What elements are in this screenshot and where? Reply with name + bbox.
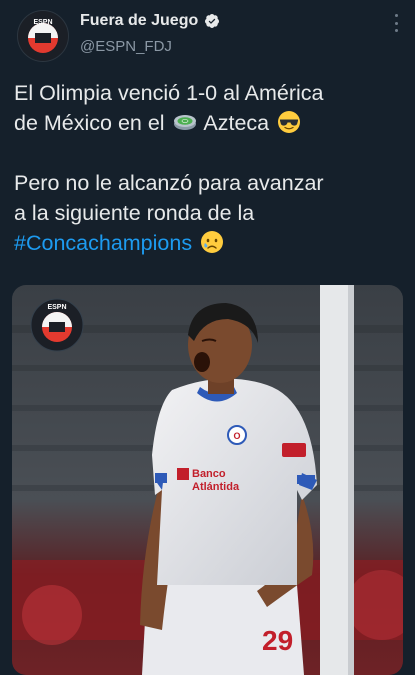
tweet-media-photo[interactable]: 29 O Banco Atlántida ESPN: [12, 285, 403, 675]
account-handle[interactable]: @ESPN_FDJ: [80, 38, 172, 55]
tweet-paragraph-2: Pero no le alcanzó para avanzar a la sig…: [14, 168, 406, 258]
verified-badge-icon: [205, 14, 220, 28]
tweet-paragraph-1: El Olimpia venció 1-0 al América de Méxi…: [14, 78, 406, 138]
tweet-header: ESPN Fuera de Juego @ESPN_FDJ: [0, 0, 415, 70]
jersey-sponsor-text-2: Atlántida: [192, 481, 240, 493]
more-options-icon[interactable]: [391, 14, 401, 32]
cool-face-emoji-icon: [278, 111, 301, 133]
stadium-emoji-icon: [173, 115, 196, 130]
svg-text:ESPN: ESPN: [33, 19, 52, 26]
espn-fdj-watermark-icon: ESPN: [30, 298, 84, 352]
tweet-text-word: Azteca: [203, 111, 270, 135]
hashtag-link[interactable]: #Concachampions: [14, 231, 192, 255]
account-avatar[interactable]: ESPN: [17, 10, 69, 62]
shorts-number: 29: [262, 625, 293, 656]
display-name[interactable]: Fuera de Juego: [80, 12, 198, 30]
sad-face-emoji-icon: [201, 231, 224, 253]
player-photo: 29 O Banco Atlántida ESPN: [12, 285, 403, 675]
tweet-text-line: de México en el: [14, 111, 165, 135]
tweet-text-line: a la siguiente ronda de la: [14, 201, 255, 225]
jersey-sponsor-text: Banco: [192, 468, 226, 480]
espn-fdj-logo-icon: ESPN: [18, 11, 68, 61]
tweet-text: El Olimpia venció 1-0 al América de Méxi…: [14, 78, 406, 288]
tweet-text-line: Pero no le alcanzó para avanzar: [14, 171, 324, 195]
svg-text:O: O: [233, 431, 240, 441]
watermark-logo-text: ESPN: [47, 304, 66, 311]
tweet-text-line: El Olimpia venció 1-0 al América: [14, 81, 324, 105]
